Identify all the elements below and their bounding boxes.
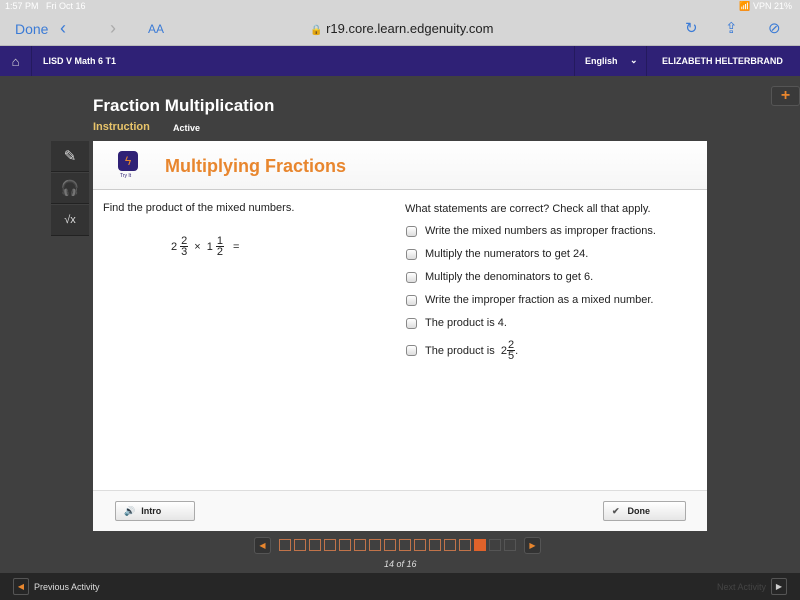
previous-activity-button[interactable]: ◀ Previous Activity <box>8 578 100 595</box>
top-nav: ⌂ LISD V Math 6 T1 English ⌄ ELIZABETH H… <box>0 46 800 76</box>
page-square-14[interactable] <box>474 539 486 551</box>
try-it-logo: ϟ <box>118 151 138 171</box>
page-square-5[interactable] <box>339 539 351 551</box>
page-square-16 <box>504 539 516 551</box>
plus-button[interactable]: + <box>771 86 800 106</box>
course-name[interactable]: LISD V Math 6 T1 <box>43 56 116 66</box>
chevron-down-icon: ⌄ <box>630 55 638 65</box>
option-3[interactable]: Multiply the denominators to get 6. <box>406 271 593 283</box>
tool-sidebar: ✎ 🎧 √x <box>51 141 89 237</box>
problem-prompt: Find the product of the mixed numbers. <box>103 202 295 214</box>
checkbox[interactable] <box>406 345 417 356</box>
math-expression: 223 × 112 = <box>171 235 240 258</box>
option-5[interactable]: The product is 4. <box>406 317 507 329</box>
page-square-11[interactable] <box>429 539 441 551</box>
option-6[interactable]: The product is 225. <box>406 340 518 362</box>
compass-icon[interactable]: ⊘ <box>768 19 781 37</box>
page-square-10[interactable] <box>414 539 426 551</box>
pager-next-button[interactable]: ▶ <box>524 536 541 554</box>
status-label: Active <box>173 123 201 133</box>
status-time: 1:57 PM Fri Oct 16 <box>5 1 86 11</box>
pager-prev-button[interactable]: ◀ <box>254 536 271 554</box>
page-square-8[interactable] <box>384 539 396 551</box>
pencil-icon[interactable]: ✎ <box>51 141 89 172</box>
page-count: 14 of 16 <box>384 559 417 569</box>
back-icon[interactable]: ‹ <box>60 18 66 39</box>
checkbox[interactable] <box>406 271 417 283</box>
page-square-6[interactable] <box>354 539 366 551</box>
browser-toolbar: Done ‹ › AA 🔒 r19.core.learn.edgenuity.c… <box>0 14 800 46</box>
page-title: Fraction Multiplication <box>93 96 275 115</box>
status-bar: 1:57 PM Fri Oct 16 📶 VPN 21% <box>0 0 800 14</box>
text-size-button[interactable]: AA <box>148 22 164 36</box>
address-bar[interactable]: 🔒 r19.core.learn.edgenuity.com <box>310 21 494 36</box>
page-navigator: ◀ ▶ <box>249 536 546 554</box>
headphones-icon[interactable]: 🎧 <box>51 173 89 204</box>
forward-icon[interactable]: › <box>110 18 116 39</box>
right-arrow-icon: ▶ <box>771 578 787 595</box>
checkbox[interactable] <box>406 225 417 237</box>
page-square-4[interactable] <box>324 539 336 551</box>
speaker-icon: 🔊 <box>124 505 136 516</box>
home-icon[interactable]: ⌂ <box>0 46 32 76</box>
page-square-2[interactable] <box>294 539 306 551</box>
check-icon: ✔ <box>612 505 620 516</box>
page-square-9[interactable] <box>399 539 411 551</box>
status-right: 📶 VPN 21% <box>739 1 792 11</box>
page-square-1[interactable] <box>279 539 291 551</box>
browser-done-button[interactable]: Done <box>15 21 48 37</box>
next-activity-button[interactable]: Next Activity ▶ <box>717 578 792 595</box>
left-arrow-icon: ◀ <box>13 578 29 595</box>
page-square-12[interactable] <box>444 539 456 551</box>
checkbox[interactable] <box>406 248 417 260</box>
card-footer: 🔊 Intro ✔ Done <box>93 490 707 531</box>
card-header: ϟ Try It Multiplying Fractions <box>93 141 707 190</box>
calculator-icon[interactable]: √x <box>51 205 89 236</box>
reload-icon[interactable]: ↻ <box>685 19 698 37</box>
intro-button[interactable]: 🔊 Intro <box>115 501 195 521</box>
user-menu[interactable]: ELIZABETH HELTERBRAND <box>646 46 798 76</box>
page-square-3[interactable] <box>309 539 321 551</box>
done-button[interactable]: ✔ Done <box>603 501 686 521</box>
try-it-label: Try It <box>120 173 132 179</box>
page-square-7[interactable] <box>369 539 381 551</box>
checkbox[interactable] <box>406 317 417 329</box>
bottom-bar: ◀ Previous Activity Next Activity ▶ <box>0 573 800 600</box>
option-2[interactable]: Multiply the numerators to get 24. <box>406 248 588 260</box>
activity-card: ϟ Try It Multiplying Fractions Find the … <box>93 141 707 531</box>
option-1[interactable]: Write the mixed numbers as improper frac… <box>406 225 656 237</box>
checkbox[interactable] <box>406 294 417 306</box>
card-title: Multiplying Fractions <box>165 156 347 176</box>
lock-icon: 🔒 <box>310 25 323 36</box>
question-text: What statements are correct? Check all t… <box>405 203 651 215</box>
share-icon[interactable]: ⇪ <box>725 19 738 37</box>
section-label: Instruction <box>93 121 150 133</box>
option-4[interactable]: Write the improper fraction as a mixed n… <box>406 294 653 306</box>
page-square-13[interactable] <box>459 539 471 551</box>
page-square-15 <box>489 539 501 551</box>
